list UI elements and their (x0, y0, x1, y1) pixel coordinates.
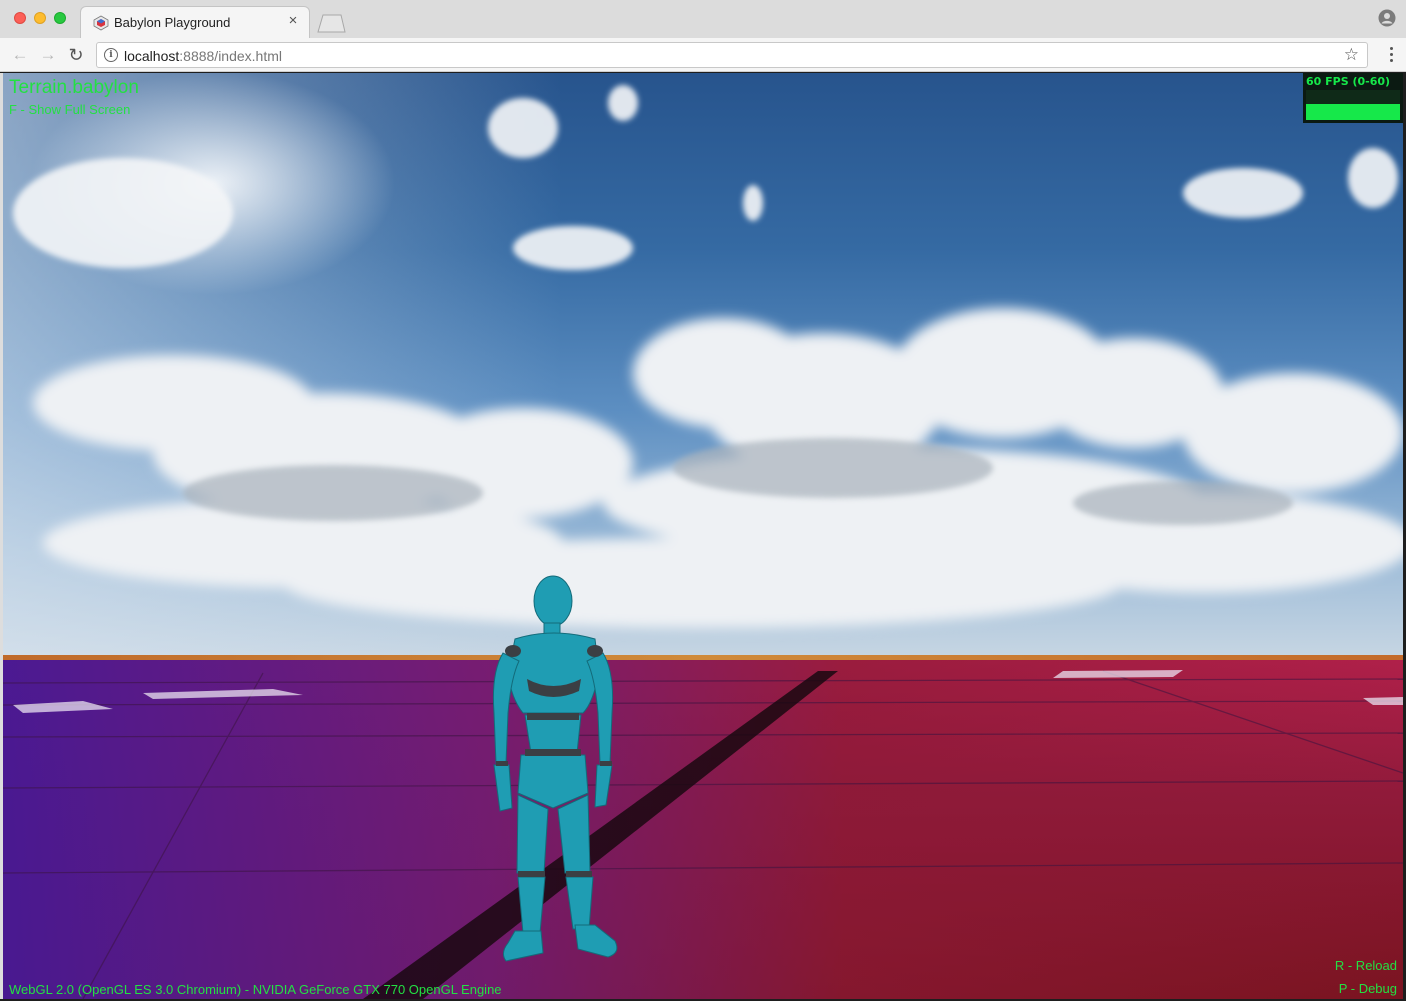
fps-label: 60 FPS (0-60) (1306, 75, 1391, 88)
fullscreen-hint: F - Show Full Screen (9, 102, 131, 117)
browser-title-bar: Babylon Playground × (0, 0, 1406, 39)
arrow-right-icon[interactable]: → (38, 45, 58, 65)
tab-close-icon[interactable]: × (285, 13, 301, 29)
url-text[interactable]: localhost:8888/index.html (124, 48, 282, 64)
star-icon[interactable]: ☆ (1344, 45, 1359, 65)
profile-icon[interactable] (1378, 9, 1396, 27)
debug-hint: P - Debug (1338, 981, 1397, 996)
window-minimize-button[interactable] (34, 12, 46, 24)
tab-title: Babylon Playground (114, 15, 231, 30)
fps-graph-fill (1306, 103, 1400, 120)
window-close-button[interactable] (14, 12, 26, 24)
fps-meter: 60 FPS (0-60) (1303, 73, 1403, 123)
renderer-info: WebGL 2.0 (OpenGL ES 3.0 Chromium) - NVI… (9, 982, 502, 997)
address-bar[interactable]: i localhost:8888/index.html ☆ (96, 42, 1368, 68)
window-maximize-button[interactable] (54, 12, 66, 24)
url-host: localhost (124, 48, 180, 64)
browser-tab-active[interactable]: Babylon Playground × (80, 6, 310, 39)
babylon-favicon-icon (93, 15, 109, 31)
url-path: :8888/index.html (179, 48, 282, 64)
babylon-canvas[interactable] (3, 73, 1403, 999)
new-tab-button[interactable] (314, 13, 346, 33)
character-model (492, 575, 618, 962)
kebab-menu-icon[interactable] (1390, 47, 1394, 63)
browser-toolbar: ← → ↻ i localhost:8888/index.html ☆ (0, 38, 1406, 72)
reload-hint: R - Reload (1334, 958, 1397, 973)
reload-icon[interactable]: ↻ (66, 45, 86, 65)
arrow-left-icon[interactable]: ← (10, 45, 30, 65)
fps-graph (1306, 90, 1400, 120)
scene-title: Terrain.babylon (9, 77, 139, 98)
info-icon[interactable]: i (104, 48, 118, 62)
